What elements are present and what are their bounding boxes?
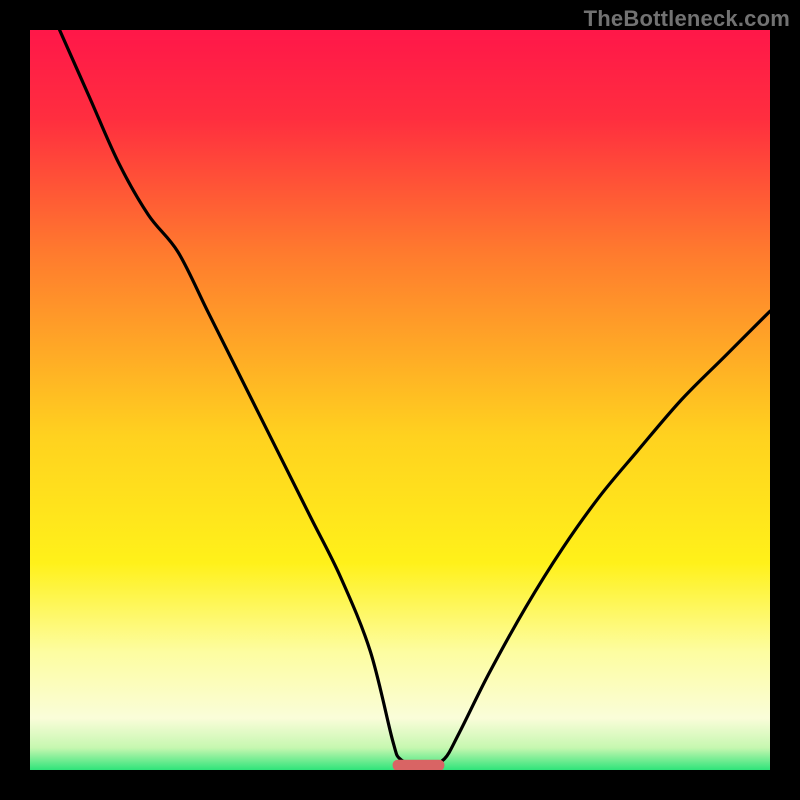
optimal-marker — [393, 760, 445, 771]
gradient-background — [30, 30, 770, 770]
chart-container: TheBottleneck.com — [0, 0, 800, 800]
watermark-text: TheBottleneck.com — [584, 6, 790, 32]
bottleneck-chart — [0, 0, 800, 800]
